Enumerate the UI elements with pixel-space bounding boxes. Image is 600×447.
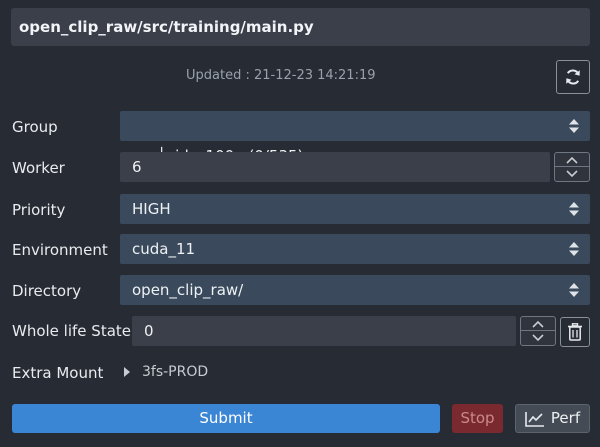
script-path-field[interactable]: open_clip_raw/src/training/main.py	[11, 8, 590, 46]
chevron-up-icon	[566, 156, 578, 164]
trash-icon	[568, 323, 582, 341]
environment-select[interactable]: cuda_11	[120, 234, 590, 264]
group-select[interactable]: └─jd_a100 (0/535)	[120, 111, 590, 165]
worker-stepper[interactable]	[554, 152, 590, 182]
chevron-up-icon	[532, 320, 544, 328]
up-down-caret-icon	[569, 242, 579, 256]
refresh-button[interactable]	[556, 60, 590, 94]
worker-label: Worker	[12, 159, 65, 177]
updated-timestamp: Updated : 21-12-23 14:21:19	[186, 68, 376, 83]
priority-label: Priority	[12, 201, 66, 219]
group-label: Group	[12, 118, 58, 136]
worker-increment-button[interactable]	[555, 153, 589, 167]
chevron-down-icon	[566, 170, 578, 178]
up-down-caret-icon	[569, 119, 579, 133]
priority-select-value: HIGH	[132, 200, 171, 218]
directory-label: Directory	[12, 282, 82, 300]
worker-decrement-button[interactable]	[555, 167, 589, 181]
up-down-caret-icon	[569, 283, 579, 297]
delete-state-button[interactable]	[560, 317, 590, 347]
whole-life-state-label: Whole life State	[12, 322, 131, 340]
perf-button[interactable]: Perf	[515, 404, 590, 433]
priority-select[interactable]: HIGH	[120, 194, 590, 224]
line-chart-icon	[525, 411, 544, 427]
up-down-caret-icon	[569, 202, 579, 216]
perf-button-label: Perf	[550, 409, 581, 427]
chevron-down-icon	[532, 334, 544, 342]
extra-mount-value[interactable]: 3fs-PROD	[142, 362, 208, 382]
whole-life-state-input[interactable]: 0	[132, 316, 516, 346]
directory-select-value: open_clip_raw/	[132, 281, 244, 299]
refresh-icon	[566, 69, 580, 85]
environment-label: Environment	[12, 241, 108, 259]
worker-input[interactable]: 6	[120, 152, 550, 182]
whole-life-state-decrement-button[interactable]	[521, 331, 555, 345]
job-submit-panel: open_clip_raw/src/training/main.py Updat…	[0, 0, 600, 447]
expand-caret-icon[interactable]	[124, 367, 130, 377]
whole-life-state-increment-button[interactable]	[521, 317, 555, 331]
submit-button[interactable]: Submit	[12, 404, 440, 433]
environment-select-value: cuda_11	[132, 240, 196, 258]
whole-life-state-stepper[interactable]	[520, 316, 556, 346]
extra-mount-label: Extra Mount	[12, 364, 104, 382]
stop-button[interactable]: Stop	[452, 404, 503, 433]
directory-select[interactable]: open_clip_raw/	[120, 275, 590, 305]
